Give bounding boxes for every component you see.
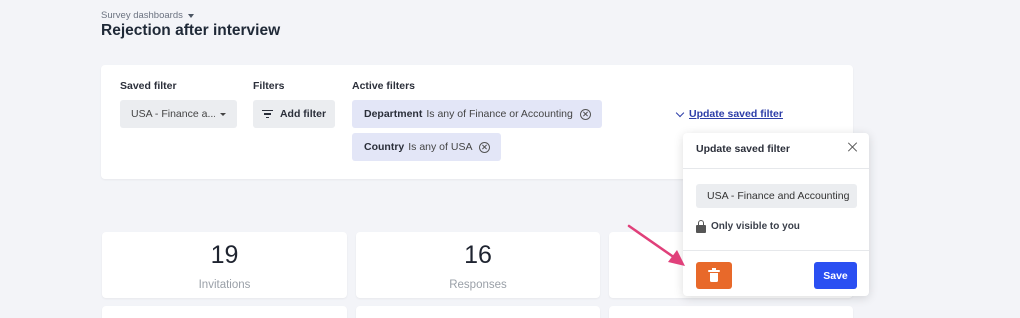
filters-label: Filters [253,80,285,92]
add-filter-label: Add filter [279,108,327,120]
page-title: Rejection after interview [101,22,281,39]
chip-field: Department [364,108,423,120]
add-filter-button[interactable]: Add filter [253,100,335,128]
stat-value: 16 [464,241,492,269]
saved-filter-value: USA - Finance a... [131,108,215,120]
visibility-label: Only visible to you [711,221,800,232]
update-saved-filter-popup: Update saved filter USA - Finance and Ac… [683,133,869,296]
filter-name-field[interactable]: USA - Finance and Accounting [696,184,857,208]
popup-title: Update saved filter [696,143,790,155]
close-icon[interactable] [847,142,857,152]
chip-field: Country [364,141,405,153]
caret-down-icon [187,14,194,18]
visibility-note: Only visible to you [696,220,800,233]
stat-card-responses: 16 Responses [356,232,600,298]
annotation-arrow-icon [627,224,685,266]
breadcrumb-label: Survey dashboards [101,10,183,21]
delete-button[interactable] [696,262,732,289]
breadcrumb[interactable]: Survey dashboards [101,10,194,21]
filter-lines-icon [261,109,273,119]
chevron-down-icon [675,108,685,117]
stat-card [609,306,853,318]
saved-filter-select[interactable]: USA - Finance a... [120,100,237,128]
divider [683,250,869,251]
active-filter-chip-department[interactable]: Department Is any of Finance or Accounti… [352,100,602,128]
chip-condition: Is any of Finance or Accounting [426,108,573,120]
update-saved-filter-label: Update saved filter [689,108,783,120]
stat-value: 19 [210,241,239,269]
stat-label: Invitations [198,279,251,291]
save-button[interactable]: Save [814,262,857,289]
stat-card [102,306,347,318]
saved-filter-label: Saved filter [120,80,177,92]
stat-label: Responses [449,279,507,291]
active-filters-label: Active filters [352,80,416,92]
remove-circle-icon[interactable] [579,108,591,120]
active-filter-chip-country[interactable]: Country Is any of USA [352,133,502,161]
chip-condition: Is any of USA [408,141,473,153]
stat-card [356,306,600,318]
trash-icon [708,267,720,282]
lock-icon [696,220,706,233]
update-saved-filter-link[interactable]: Update saved filter [675,108,783,120]
divider [683,168,869,169]
stat-card-invitations: 19 Invitations [102,232,347,298]
remove-circle-icon[interactable] [479,141,491,153]
caret-down-icon [220,113,226,116]
